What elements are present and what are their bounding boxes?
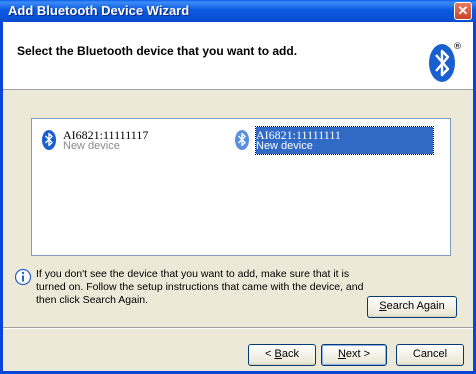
device-item[interactable]: AI6821:11111117 New device <box>41 129 211 155</box>
wizard-window: Add Bluetooth Device Wizard ✕ Select the… <box>0 0 476 374</box>
info-message: If you don't see the device that you wan… <box>36 268 364 306</box>
next-button[interactable]: Next > <box>321 344 387 366</box>
info-icon <box>14 268 32 286</box>
registered-mark: ® <box>453 42 461 52</box>
device-item-selected[interactable]: AI6821:11111111 New device <box>234 126 439 155</box>
bluetooth-logo-icon: ® <box>429 42 461 82</box>
back-button[interactable]: < Back <box>248 344 316 366</box>
search-again-button[interactable]: Search Again <box>367 296 457 318</box>
bluetooth-icon <box>42 130 56 150</box>
header-instruction: Select the Bluetooth device that you wan… <box>17 44 298 58</box>
bluetooth-icon <box>235 130 249 150</box>
wizard-header: Select the Bluetooth device that you wan… <box>3 22 473 90</box>
button-separator <box>3 327 473 329</box>
device-status: New device <box>63 140 120 152</box>
cancel-button[interactable]: Cancel <box>396 344 464 366</box>
window-title: Add Bluetooth Device Wizard <box>8 3 190 18</box>
device-list[interactable]: AI6821:11111117 New device AI6821:111111… <box>31 118 451 256</box>
title-bar[interactable]: Add Bluetooth Device Wizard ✕ <box>0 0 476 22</box>
device-status: New device <box>256 140 313 152</box>
close-button[interactable]: ✕ <box>454 2 472 20</box>
